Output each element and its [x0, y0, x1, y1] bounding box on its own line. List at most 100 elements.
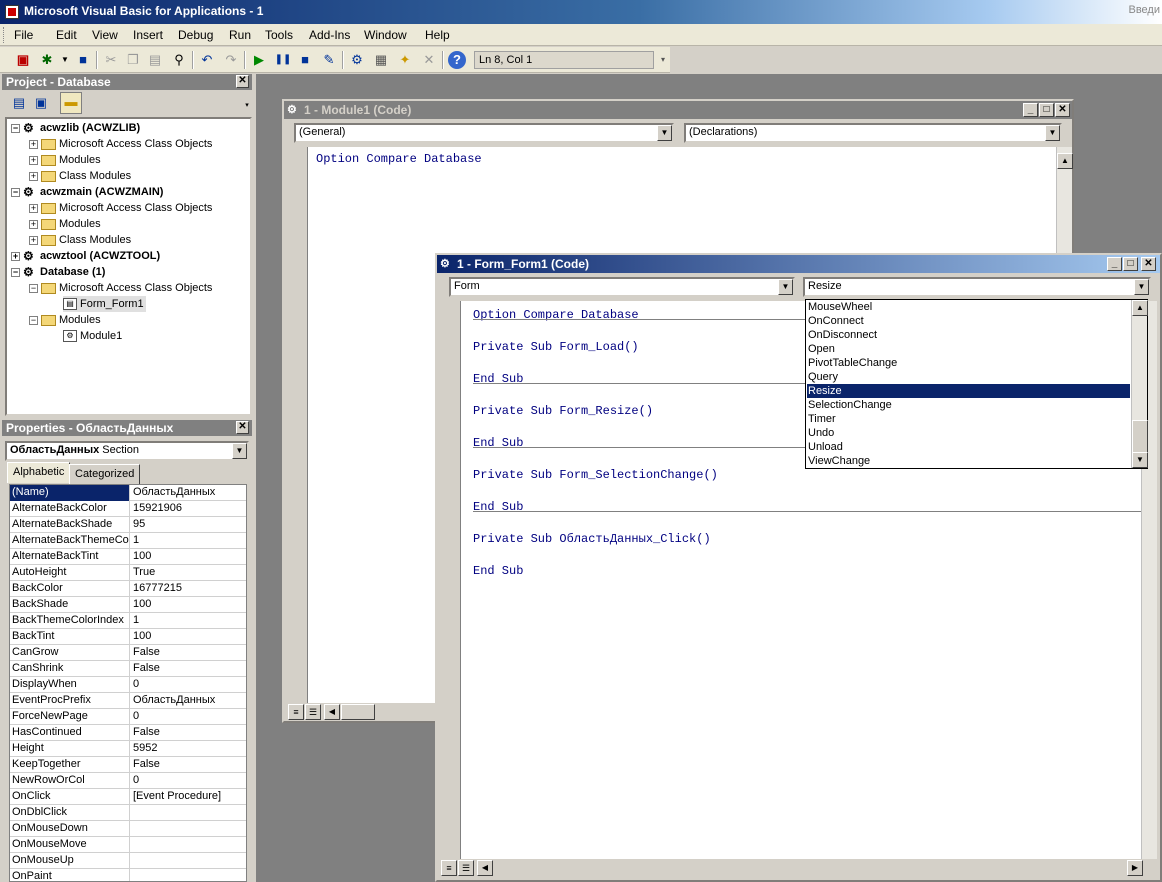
copy-icon[interactable]: ❐	[124, 51, 142, 69]
menu-file[interactable]: File	[14, 28, 33, 42]
property-value[interactable]: ОбластьДанных	[131, 693, 244, 709]
dropdown-item[interactable]: OnConnect	[807, 314, 1130, 328]
project-explorer-icon[interactable]: ⚙	[348, 51, 366, 69]
chevron-down-icon[interactable]: ▼	[232, 443, 247, 459]
object-browser-icon[interactable]: ✦	[396, 51, 414, 69]
property-row[interactable]: CanGrow False	[10, 645, 246, 661]
toolbox-icon[interactable]: ✕	[420, 51, 438, 69]
view-code-icon[interactable]: ▤	[10, 94, 28, 112]
property-value[interactable]: 1	[131, 613, 244, 629]
property-row[interactable]: AlternateBackThemeColc 1	[10, 533, 246, 549]
expand-icon[interactable]: +	[29, 235, 38, 245]
insert-dropdown-icon[interactable]: ▼	[56, 51, 74, 69]
property-row[interactable]: OnMouseMove	[10, 837, 246, 853]
design-mode-icon[interactable]: ✎	[320, 51, 338, 69]
menu-run[interactable]: Run	[229, 28, 251, 42]
dropdown-item[interactable]: Timer	[807, 412, 1130, 426]
close-icon[interactable]: ✕	[1141, 257, 1156, 271]
property-value[interactable]: 15921906	[131, 501, 244, 517]
property-row[interactable]: AutoHeight True	[10, 565, 246, 581]
form1-object-combo[interactable]: Form ▼	[449, 277, 795, 297]
property-row[interactable]: Height 5952	[10, 741, 246, 757]
chevron-down-icon[interactable]: ▼	[778, 279, 793, 295]
tree-node-acwztool[interactable]: + ⚙ acwztool (ACWZTOOL)	[11, 248, 160, 264]
procedure-dropdown-list[interactable]: ▲ ▼ MouseWheel OnConnect OnDisconnect Open P…	[805, 299, 1148, 469]
menu-insert[interactable]: Insert	[133, 28, 163, 42]
property-row[interactable]: AlternateBackColor 15921906	[10, 501, 246, 517]
property-row[interactable]: OnMouseDown	[10, 821, 246, 837]
dropdown-scroll-thumb[interactable]	[1132, 420, 1148, 454]
menu-tools[interactable]: Tools	[265, 28, 293, 42]
tree-node-database[interactable]: − ⚙ Database (1)	[11, 264, 105, 280]
menu-window[interactable]: Window	[364, 28, 407, 42]
tree-node-folder[interactable]: + Modules	[29, 216, 101, 232]
save-icon[interactable]: ■	[74, 51, 92, 69]
redo-icon[interactable]: ↷	[222, 51, 240, 69]
expand-icon[interactable]: +	[29, 155, 38, 165]
tab-categorized[interactable]: Categorized	[69, 464, 141, 484]
close-icon[interactable]: ✕	[236, 75, 249, 88]
property-row[interactable]: BackThemeColorIndex 1	[10, 613, 246, 629]
property-row[interactable]: DisplayWhen 0	[10, 677, 246, 693]
menu-help[interactable]: Help	[425, 28, 450, 42]
property-value[interactable]: 100	[131, 549, 244, 565]
expand-icon[interactable]: +	[29, 139, 38, 149]
property-value[interactable]: 16777215	[131, 581, 244, 597]
tree-node-folder[interactable]: + Class Modules	[29, 168, 131, 184]
help-search-box[interactable]: Введи	[1129, 4, 1161, 16]
property-value[interactable]: False	[131, 757, 244, 773]
collapse-icon[interactable]: −	[11, 267, 20, 277]
property-row[interactable]: BackColor 16777215	[10, 581, 246, 597]
chevron-down-icon[interactable]: ▼	[1045, 125, 1060, 141]
tree-node-acwzmain[interactable]: − ⚙ acwzmain (ACWZMAIN)	[11, 184, 163, 200]
tree-node-folder[interactable]: + Microsoft Access Class Objects	[29, 200, 212, 216]
find-icon[interactable]: ⚲	[170, 51, 188, 69]
insert-userform-icon[interactable]: ✱	[38, 51, 56, 69]
property-row[interactable]: AlternateBackShade 95	[10, 517, 246, 533]
property-value[interactable]	[131, 853, 244, 869]
close-icon[interactable]: ✕	[1055, 103, 1070, 117]
collapse-icon[interactable]: −	[29, 283, 38, 293]
module1-procedure-combo[interactable]: (Declarations) ▼	[684, 123, 1062, 143]
tree-node-folder[interactable]: + Modules	[29, 152, 101, 168]
collapse-icon[interactable]: −	[11, 123, 20, 133]
close-icon[interactable]: ✕	[236, 421, 249, 434]
expand-icon[interactable]: +	[29, 219, 38, 229]
form1-procedure-combo[interactable]: Resize ▼	[803, 277, 1151, 297]
tree-node-folder[interactable]: + Microsoft Access Class Objects	[29, 136, 212, 152]
menu-edit[interactable]: Edit	[56, 28, 77, 42]
minimize-icon[interactable]: _	[1107, 257, 1122, 271]
scroll-up-icon[interactable]: ▲	[1132, 300, 1148, 316]
help-icon[interactable]: ?	[448, 51, 466, 69]
property-row[interactable]: OnMouseUp	[10, 853, 246, 869]
horizontal-scroll-thumb[interactable]	[341, 704, 375, 720]
collapse-icon[interactable]: −	[29, 315, 38, 325]
scroll-right-icon[interactable]: ▶	[1127, 860, 1143, 876]
property-value[interactable]	[131, 837, 244, 853]
property-value[interactable]	[131, 805, 244, 821]
expand-icon[interactable]: +	[11, 251, 20, 261]
property-value[interactable]: 0	[131, 709, 244, 725]
view-object-icon[interactable]: ▣	[32, 94, 50, 112]
dropdown-item[interactable]: SelectionChange	[807, 398, 1130, 412]
property-row[interactable]: BackShade 100	[10, 597, 246, 613]
break-icon[interactable]: ❚❚	[274, 51, 292, 69]
property-value[interactable]: 1	[131, 533, 244, 549]
chevron-down-icon[interactable]: ▼	[1134, 279, 1149, 295]
tab-alphabetic[interactable]: Alphabetic	[7, 462, 71, 483]
object-selector[interactable]: ОбластьДанных Section ▼	[5, 441, 249, 461]
property-value[interactable]	[131, 821, 244, 837]
dropdown-item[interactable]: Open	[807, 342, 1130, 356]
menu-grip[interactable]	[3, 27, 6, 43]
undo-icon[interactable]: ↶	[198, 51, 216, 69]
property-row[interactable]: KeepTogether False	[10, 757, 246, 773]
property-value[interactable]: 100	[131, 597, 244, 613]
cut-icon[interactable]: ✂	[102, 51, 120, 69]
scroll-down-icon[interactable]: ▼	[1132, 452, 1148, 468]
tree-node-form-form1[interactable]: ▤ Form_Form1	[63, 296, 146, 312]
property-value[interactable]: True	[131, 565, 244, 581]
property-value[interactable]: False	[131, 645, 244, 661]
dropdown-item[interactable]: ViewChange	[807, 454, 1130, 468]
dropdown-item[interactable]: PivotTableChange	[807, 356, 1130, 370]
dropdown-item[interactable]: Resize	[807, 384, 1130, 398]
